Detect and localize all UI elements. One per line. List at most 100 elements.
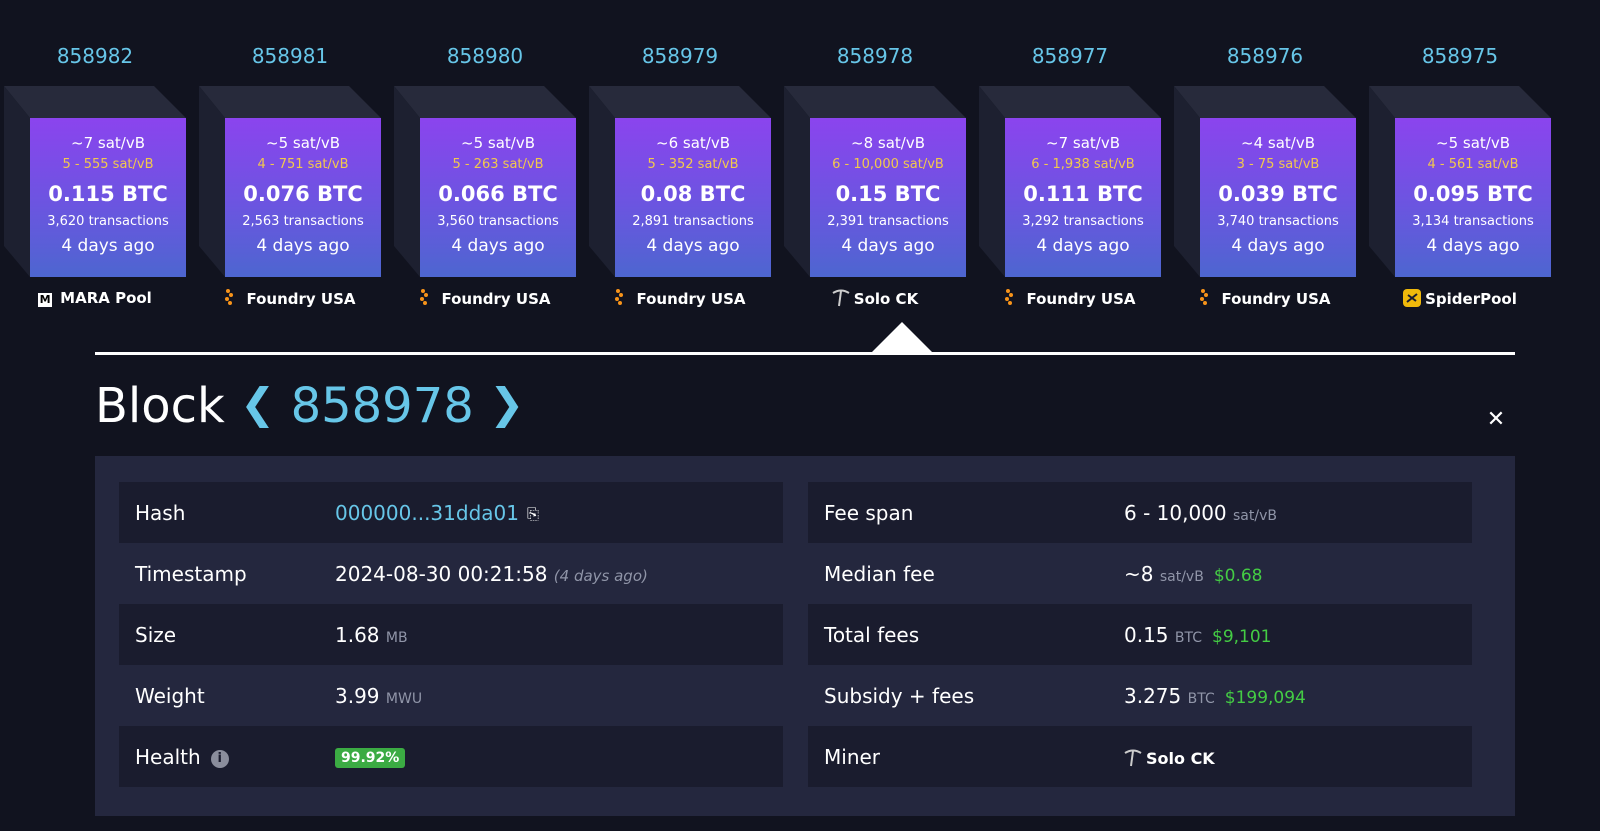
- median-fee: ~5 sat/vB: [266, 134, 340, 152]
- pool-name[interactable]: Foundry USA: [975, 289, 1165, 308]
- size-value: 1.68: [335, 622, 380, 647]
- pool-name[interactable]: Foundry USA: [390, 289, 580, 308]
- block-age: 4 days ago: [61, 236, 155, 256]
- pool-name[interactable]: SpiderPool: [1365, 289, 1555, 308]
- block-age: 4 days ago: [841, 236, 935, 256]
- block-cube[interactable]: ~5 sat/vB 5 - 263 sat/vB 0.066 BTC 3,560…: [394, 86, 576, 277]
- copy-icon[interactable]: ⎘: [527, 505, 539, 523]
- hash-row: Hash 000000...31dda01 ⎘: [119, 482, 783, 543]
- block-858981[interactable]: 858981 ~5 sat/vB 4 - 751 sat/vB 0.076 BT…: [195, 0, 395, 330]
- tx-count: 3,134 transactions: [1412, 214, 1534, 229]
- feespan-row: Fee span 6 - 10,000 sat/vB: [808, 482, 1472, 543]
- block-details-panel: Hash 000000...31dda01 ⎘ Timestamp 2024-08…: [95, 456, 1515, 816]
- health-row: Health i 99.92%: [119, 726, 783, 787]
- health-label: Health: [135, 744, 201, 769]
- total-fees-unit: BTC: [1174, 629, 1203, 646]
- timestamp-relative: (4 days ago): [553, 566, 648, 585]
- pool-name[interactable]: Foundry USA: [585, 289, 775, 308]
- median-fee-value: ~8: [1124, 561, 1154, 586]
- block-858976[interactable]: 858976 ~4 sat/vB 3 - 75 sat/vB 0.039 BTC…: [1170, 0, 1370, 330]
- block-reward: 0.039 BTC: [1218, 182, 1338, 206]
- block-reward: 0.111 BTC: [1023, 182, 1143, 206]
- subsidy-row: Subsidy + fees 3.275 BTC $199,094: [808, 665, 1472, 726]
- block-height[interactable]: 858976: [1170, 44, 1360, 68]
- block-age: 4 days ago: [1231, 236, 1325, 256]
- block-858982[interactable]: 858982 ~7 sat/vB 5 - 555 sat/vB 0.115 BT…: [0, 0, 200, 330]
- blockchain-strip: 858982 ~7 sat/vB 5 - 555 sat/vB 0.115 BT…: [0, 0, 1600, 340]
- details-right-column: Fee span 6 - 10,000 sat/vB Median fee ~8…: [808, 482, 1472, 787]
- foundry-icon: [224, 289, 240, 307]
- block-height[interactable]: 858978: [780, 44, 970, 68]
- hash-label: Hash: [135, 500, 186, 525]
- health-badge[interactable]: 99.92%: [335, 747, 406, 768]
- pickaxe-icon: [832, 289, 850, 307]
- weight-label: Weight: [135, 683, 205, 708]
- block-858977[interactable]: 858977 ~7 sat/vB 6 - 1,938 sat/vB 0.111 …: [975, 0, 1175, 330]
- tx-count: 2,891 transactions: [632, 214, 754, 229]
- block-age: 4 days ago: [256, 236, 350, 256]
- divider: [95, 352, 1515, 355]
- block-height[interactable]: 858975: [1365, 44, 1555, 68]
- block-858979[interactable]: 858979 ~6 sat/vB 5 - 352 sat/vB 0.08 BTC…: [585, 0, 785, 330]
- timestamp-label: Timestamp: [135, 561, 247, 586]
- block-cube[interactable]: ~4 sat/vB 3 - 75 sat/vB 0.039 BTC 3,740 …: [1174, 86, 1356, 277]
- foundry-icon: [1199, 289, 1215, 307]
- block-height[interactable]: 858977: [975, 44, 1165, 68]
- median-fee: ~8 sat/vB: [851, 134, 925, 152]
- weight-value: 3.99: [335, 683, 380, 708]
- miner-link[interactable]: Solo CK: [1124, 745, 1215, 769]
- total-fees-label: Total fees: [824, 622, 920, 647]
- median-fee-fiat: $0.68: [1213, 565, 1263, 586]
- block-height[interactable]: 858979: [585, 44, 775, 68]
- block-cube[interactable]: ~8 sat/vB 6 - 10,000 sat/vB 0.15 BTC 2,3…: [784, 86, 966, 277]
- block-cube[interactable]: ~6 sat/vB 5 - 352 sat/vB 0.08 BTC 2,891 …: [589, 86, 771, 277]
- tx-count: 3,560 transactions: [437, 214, 559, 229]
- total-fees-value: 0.15: [1124, 622, 1169, 647]
- block-reward: 0.076 BTC: [243, 182, 363, 206]
- tx-count: 2,391 transactions: [827, 214, 949, 229]
- pool-name[interactable]: Solo CK: [780, 289, 970, 308]
- close-icon[interactable]: ✕: [1486, 409, 1506, 431]
- miner-row: Miner Solo CK: [808, 726, 1472, 787]
- block-height[interactable]: 858980: [390, 44, 580, 68]
- subsidy-label: Subsidy + fees: [824, 683, 975, 708]
- median-fee: ~5 sat/vB: [461, 134, 535, 152]
- block-858975[interactable]: 858975 ~5 sat/vB 4 - 561 sat/vB 0.095 BT…: [1365, 0, 1565, 330]
- median-fee: ~7 sat/vB: [71, 134, 145, 152]
- timestamp-value: 2024-08-30 00:21:58: [335, 561, 548, 586]
- subsidy-value: 3.275: [1124, 683, 1182, 708]
- foundry-icon: [1004, 289, 1020, 307]
- miner-label: Miner: [824, 744, 881, 769]
- timestamp-row: Timestamp 2024-08-30 00:21:58 (4 days ag…: [119, 543, 783, 604]
- hash-link[interactable]: 000000...31dda01: [335, 501, 519, 525]
- block-height[interactable]: 858982: [0, 44, 190, 68]
- chevron-right-icon[interactable]: ❯: [489, 379, 524, 428]
- block-858980[interactable]: 858980 ~5 sat/vB 5 - 263 sat/vB 0.066 BT…: [390, 0, 590, 330]
- block-reward: 0.08 BTC: [640, 182, 746, 206]
- info-icon[interactable]: i: [210, 749, 229, 768]
- block-reward: 0.15 BTC: [835, 182, 941, 206]
- total-fees-fiat: $9,101: [1212, 626, 1272, 647]
- spiderpool-icon: [1403, 289, 1422, 307]
- block-reward: 0.095 BTC: [1413, 182, 1533, 206]
- total-fees-row: Total fees 0.15 BTC $9,101: [808, 604, 1472, 665]
- chevron-left-icon[interactable]: ❮: [240, 379, 275, 428]
- pool-name[interactable]: Foundry USA: [195, 289, 385, 308]
- foundry-icon: [614, 289, 630, 307]
- block-cube[interactable]: ~5 sat/vB 4 - 751 sat/vB 0.076 BTC 2,563…: [199, 86, 381, 277]
- block-cube[interactable]: ~7 sat/vB 6 - 1,938 sat/vB 0.111 BTC 3,2…: [979, 86, 1161, 277]
- block-858978[interactable]: 858978 ~8 sat/vB 6 - 10,000 sat/vB 0.15 …: [780, 0, 980, 330]
- block-cube[interactable]: ~7 sat/vB 5 - 555 sat/vB 0.115 BTC 3,620…: [4, 86, 186, 277]
- pickaxe-icon: [1124, 749, 1142, 767]
- mara-icon: M: [38, 293, 53, 307]
- pool-name[interactable]: M MARA Pool: [0, 289, 190, 307]
- fee-range: 4 - 561 sat/vB: [1427, 157, 1519, 172]
- block-height-title: 858978: [290, 378, 474, 434]
- block-reward: 0.066 BTC: [438, 182, 558, 206]
- block-reward: 0.115 BTC: [48, 182, 168, 206]
- block-cube[interactable]: ~5 sat/vB 4 - 561 sat/vB 0.095 BTC 3,134…: [1369, 86, 1551, 277]
- tx-count: 3,620 transactions: [47, 214, 169, 229]
- miner-value: Solo CK: [1146, 748, 1215, 768]
- pool-name[interactable]: Foundry USA: [1170, 289, 1360, 308]
- block-height[interactable]: 858981: [195, 44, 385, 68]
